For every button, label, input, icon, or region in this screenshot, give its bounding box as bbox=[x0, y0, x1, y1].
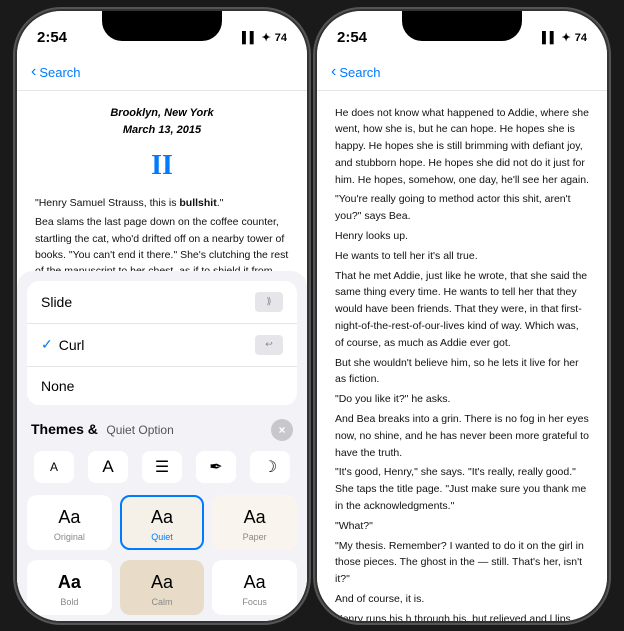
font-increase-button[interactable]: A bbox=[88, 451, 128, 483]
time-left: 2:54 bbox=[37, 29, 67, 46]
slide-options-menu: Slide ⟫ ✓ Curl ↩ None bbox=[27, 281, 297, 405]
battery-icon-right: 74 bbox=[575, 32, 587, 44]
r-para-3: Henry looks up. bbox=[335, 228, 589, 245]
bold-label: Bold bbox=[60, 597, 78, 607]
quiet-label: Quiet bbox=[151, 532, 173, 542]
close-button[interactable]: × bbox=[271, 419, 293, 441]
wifi-icon: ✦ bbox=[262, 31, 271, 44]
themes-header: Themes & Quiet Option × bbox=[17, 411, 307, 445]
time-right: 2:54 bbox=[337, 29, 367, 46]
focus-label: Focus bbox=[242, 597, 267, 607]
notch-right bbox=[402, 11, 522, 41]
quiet-option-label: Quiet Option bbox=[106, 423, 173, 437]
signal-icon-right: ▌▌ bbox=[542, 32, 558, 44]
original-label: Original bbox=[54, 532, 85, 542]
back-label-right: Search bbox=[339, 65, 380, 80]
theme-cards-row-1: Aa Original Aa Quiet Aa Paper bbox=[17, 491, 307, 556]
r-para-7: "Do you like it?" he asks. bbox=[335, 391, 589, 408]
paper-label: Paper bbox=[243, 532, 267, 542]
book-content-right: He does not know what happened to Addie,… bbox=[317, 91, 607, 621]
book-para-1: "Henry Samuel Strauss, this is bullshit.… bbox=[35, 195, 289, 211]
themes-title: Themes & bbox=[31, 421, 98, 437]
r-para-4: He wants to tell her it's all true. bbox=[335, 248, 589, 265]
curl-label: Curl bbox=[59, 337, 85, 353]
r-para-5: That he met Addie, just like he wrote, t… bbox=[335, 268, 589, 352]
phones-container: 2:54 ▌▌ ✦ 74 ‹ Search Brooklyn, New York… bbox=[17, 11, 607, 621]
r-para-11: "My thesis. Remember? I wanted to do it … bbox=[335, 538, 589, 588]
back-button-right[interactable]: ‹ Search bbox=[331, 63, 381, 81]
notch-left bbox=[102, 11, 222, 41]
theme-card-bold[interactable]: Aa Bold bbox=[27, 560, 112, 615]
font-style-icon[interactable]: ✒ bbox=[196, 451, 236, 483]
book-location: Brooklyn, New YorkMarch 13, 2015 bbox=[35, 105, 289, 140]
calm-label: Calm bbox=[152, 597, 173, 607]
r-para-6: But she wouldn't believe him, so he lets… bbox=[335, 355, 589, 389]
font-controls: A A ☰ ✒ ☽ bbox=[17, 445, 307, 491]
battery-icon: 74 bbox=[275, 32, 287, 44]
overlay-panel: Slide ⟫ ✓ Curl ↩ None bbox=[17, 271, 307, 621]
slide-option-none[interactable]: None bbox=[27, 367, 297, 405]
focus-aa: Aa bbox=[244, 572, 266, 593]
status-icons-right: ▌▌ ✦ 74 bbox=[542, 31, 587, 44]
font-decrease-button[interactable]: A bbox=[34, 451, 74, 483]
theme-card-original[interactable]: Aa Original bbox=[27, 495, 112, 550]
r-para-8: And Bea breaks into a grin. There is no … bbox=[335, 411, 589, 461]
theme-card-paper[interactable]: Aa Paper bbox=[212, 495, 297, 550]
theme-card-focus[interactable]: Aa Focus bbox=[212, 560, 297, 615]
r-para-2: "You're really going to method actor thi… bbox=[335, 191, 589, 225]
slide-icon: ⟫ bbox=[255, 292, 283, 312]
original-aa: Aa bbox=[58, 507, 80, 528]
r-para-12: And of course, it is. bbox=[335, 591, 589, 608]
wifi-icon-right: ✦ bbox=[562, 31, 571, 44]
back-label-left: Search bbox=[39, 65, 80, 80]
left-phone: 2:54 ▌▌ ✦ 74 ‹ Search Brooklyn, New York… bbox=[17, 11, 307, 621]
nav-bar-right: ‹ Search bbox=[317, 55, 607, 91]
none-label: None bbox=[41, 378, 74, 394]
theme-card-calm[interactable]: Aa Calm bbox=[120, 560, 205, 615]
r-para-10: "What?" bbox=[335, 518, 589, 535]
r-para-1: He does not know what happened to Addie,… bbox=[335, 105, 589, 189]
status-icons-left: ▌▌ ✦ 74 bbox=[242, 31, 287, 44]
back-chevron-icon-right: ‹ bbox=[331, 63, 336, 81]
paper-aa: Aa bbox=[244, 507, 266, 528]
curl-icon: ↩ bbox=[255, 335, 283, 355]
r-para-9: "It's good, Henry," she says. "It's real… bbox=[335, 464, 589, 514]
r-para-13: Henry runs his h through his, but reliev… bbox=[335, 611, 589, 621]
slide-option-left: Slide bbox=[41, 294, 72, 310]
back-chevron-icon: ‹ bbox=[31, 63, 36, 81]
chapter-number: II bbox=[35, 144, 289, 187]
theme-cards-row-2: Aa Bold Aa Calm Aa Focus bbox=[17, 556, 307, 621]
slide-label: Slide bbox=[41, 294, 72, 310]
slide-option-slide[interactable]: Slide ⟫ bbox=[27, 281, 297, 324]
moon-icon[interactable]: ☽ bbox=[250, 451, 290, 483]
curl-option-left: ✓ Curl bbox=[41, 336, 84, 353]
theme-card-quiet[interactable]: Aa Quiet bbox=[120, 495, 205, 550]
bold-aa: Aa bbox=[58, 572, 81, 593]
nav-bar-left: ‹ Search bbox=[17, 55, 307, 91]
check-icon: ✓ bbox=[41, 336, 53, 353]
right-book-text: He does not know what happened to Addie,… bbox=[335, 105, 589, 621]
quiet-aa: Aa bbox=[151, 507, 173, 528]
slide-option-curl[interactable]: ✓ Curl ↩ bbox=[27, 324, 297, 367]
calm-aa: Aa bbox=[151, 572, 173, 593]
back-button-left[interactable]: ‹ Search bbox=[31, 63, 81, 81]
signal-icon: ▌▌ bbox=[242, 32, 258, 44]
themes-title-area: Themes & Quiet Option bbox=[31, 421, 174, 439]
font-list-icon[interactable]: ☰ bbox=[142, 451, 182, 483]
none-option-left: None bbox=[41, 378, 74, 394]
right-phone: 2:54 ▌▌ ✦ 74 ‹ Search He does not know w… bbox=[317, 11, 607, 621]
